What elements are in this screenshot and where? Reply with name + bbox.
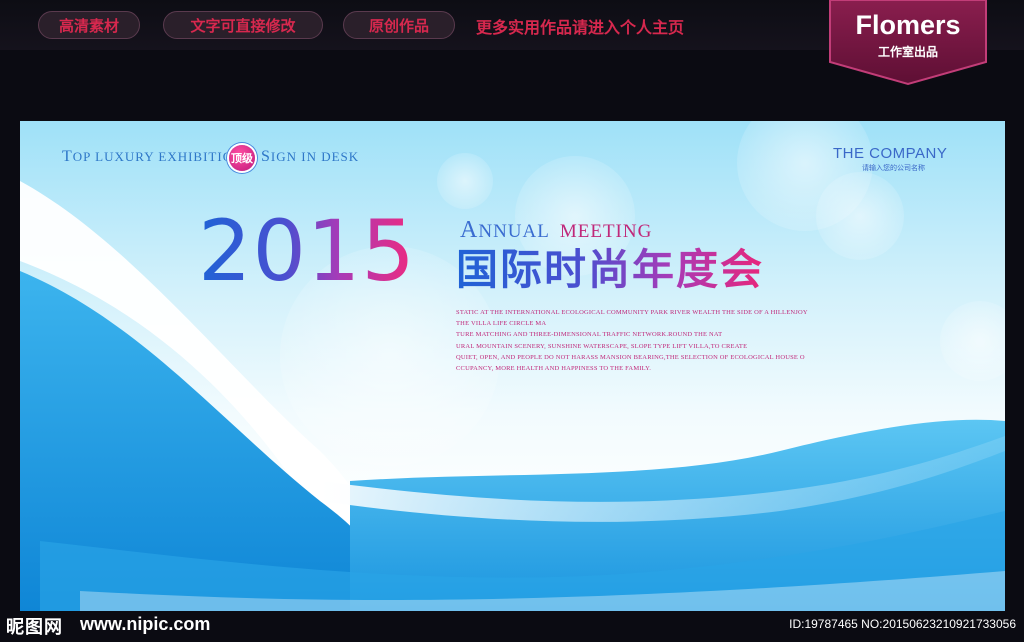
event-year: 2015	[198, 202, 416, 300]
description-block: STATIC AT THE INTERNATIONAL ECOLOGICAL C…	[456, 307, 856, 374]
annual-meeting-banner: TOP LUXURY EXHIBITION 顶级 SIGN IN DESK TH…	[20, 121, 1005, 611]
description-line: QUIET, OPEN, AND PEOPLE DO NOT HARASS MA…	[456, 353, 805, 361]
nipic-logo: 昵图网	[6, 617, 63, 638]
tagline-left-rest: OP LUXURY EXHIBITION	[72, 149, 244, 164]
bokeh-circle	[816, 172, 904, 260]
bokeh-circle	[437, 153, 493, 209]
top-badge-icon: 顶级	[229, 145, 255, 171]
company-name: THE COMPANY	[833, 145, 948, 162]
description-line: STATIC AT THE INTERNATIONAL ECOLOGICAL C…	[456, 309, 808, 316]
chinese-title: 国际时尚年度会	[456, 245, 765, 294]
meeting-word: MEETING	[559, 221, 653, 242]
image-id-text: ID:19787465 NO:20150623210921733056	[789, 617, 1016, 631]
description-line: CCUPANCY, MORE HEALTH AND HAPPINESS TO T…	[456, 365, 652, 373]
tagline-right: SIGN IN DESK	[261, 148, 359, 166]
tagline-right-rest: IGN IN DESK	[270, 149, 360, 164]
annual-cap: A	[460, 217, 479, 243]
nipic-url[interactable]: www.nipic.com	[80, 614, 210, 635]
tagline-left-cap: T	[62, 148, 73, 165]
bokeh-circle	[940, 301, 1005, 381]
tab-hd-material[interactable]: 高清素材	[38, 11, 140, 39]
tab-editable-text[interactable]: 文字可直接修改	[163, 11, 323, 39]
description-line: URAL MOUNTAIN SCENERY, SUNSHINE WATERSCA…	[456, 342, 748, 350]
promo-link[interactable]: 更多实用作品请进入个人主页	[476, 14, 684, 38]
brand-subtitle: 工作室出品	[877, 45, 938, 59]
tab-original-work[interactable]: 原创作品	[343, 11, 455, 39]
tagline-left: TOP LUXURY EXHIBITION	[62, 148, 243, 166]
brand-badge: Flomers 工作室出品	[828, 0, 988, 86]
description-line: TURE MATCHING AND THREE-DIMENSIONAL TRAF…	[456, 331, 723, 339]
annual-rest: NNUAL	[478, 221, 550, 242]
description-line: THE VILLA LIFE CIRCLE MA	[456, 320, 547, 328]
tagline-right-cap: S	[261, 148, 271, 165]
brand-name: Flomers	[855, 10, 961, 40]
annual-meeting-heading: ANNUAL MEETING	[460, 217, 652, 244]
company-subtitle: 请输入您的公司名称	[862, 164, 925, 172]
